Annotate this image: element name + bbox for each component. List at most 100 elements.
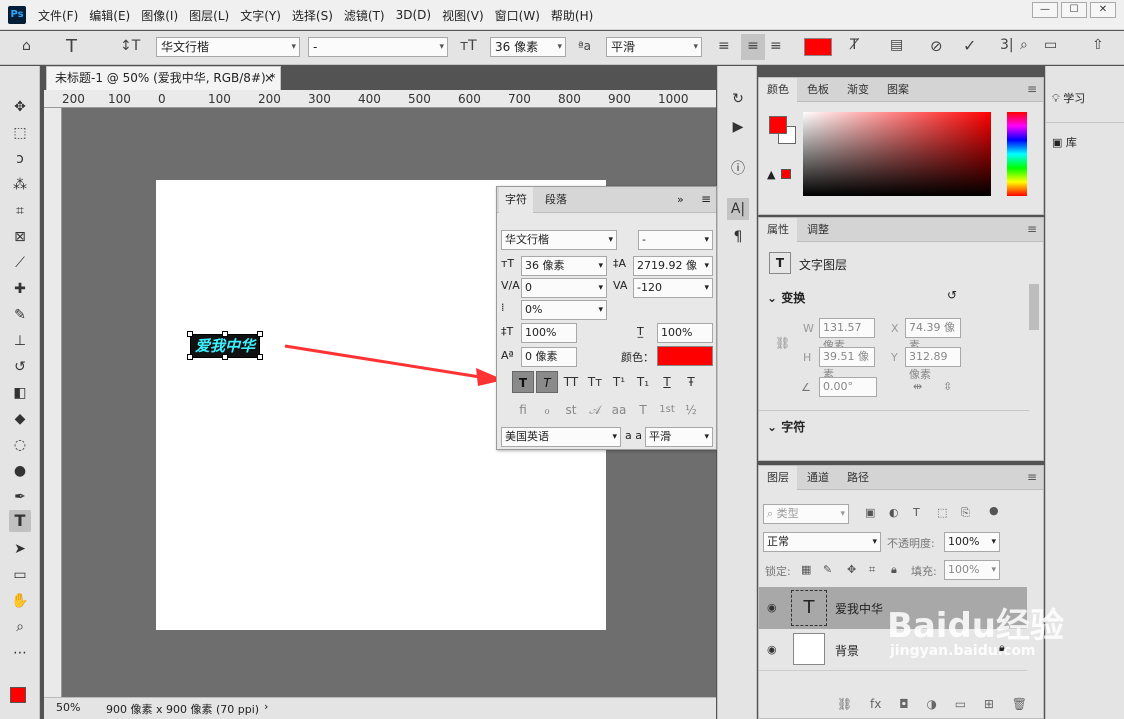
layer-name[interactable]: 爱我中华 (835, 600, 883, 617)
brush-tool-icon[interactable]: ✎ (9, 304, 31, 326)
eraser-tool-icon[interactable]: ◧ (9, 382, 31, 404)
crop-tool-icon[interactable]: ⌗ (9, 200, 31, 222)
tab-color[interactable]: 颜色 (759, 78, 797, 102)
old-style-button[interactable]: ℴ (536, 399, 558, 421)
char-antialias[interactable]: 平滑 ▾ (645, 427, 713, 447)
menu-edit[interactable]: 编辑(E) (89, 7, 130, 24)
zoom-tool-icon[interactable]: ⌕ (9, 616, 31, 638)
search-icon[interactable]: ⌕ (1020, 37, 1028, 53)
flip-vertical-icon[interactable]: ⇳ (943, 380, 952, 393)
panel-menu-icon[interactable]: ≡ (701, 192, 711, 206)
healing-brush-tool-icon[interactable]: ✚ (9, 278, 31, 300)
font-family-select[interactable]: 华文行楷 ▾ (156, 37, 300, 57)
transform-handle[interactable] (257, 331, 263, 337)
menu-image[interactable]: 图像(I) (141, 7, 178, 24)
menu-select[interactable]: 选择(S) (292, 7, 333, 24)
all-caps-button[interactable]: TT (560, 371, 582, 393)
section-character[interactable]: ⌄ 字符 (767, 418, 805, 435)
filter-pixel-icon[interactable]: ▣ (865, 506, 875, 519)
panel-menu-icon[interactable]: ≡ (1027, 222, 1037, 236)
fill-field[interactable]: 100% ▾ (944, 560, 1000, 580)
char-color-swatch[interactable] (657, 346, 713, 366)
char-language[interactable]: 美国英语 ▾ (501, 427, 621, 447)
dodge-tool-icon[interactable]: ● (9, 460, 31, 482)
tab-swatches[interactable]: 色板 (799, 78, 837, 102)
subscript-button[interactable]: T₁ (632, 371, 654, 393)
tab-patterns[interactable]: 图案 (879, 78, 917, 102)
link-icon[interactable]: ⛓ (775, 336, 790, 350)
lock-position-icon[interactable]: ✥ (847, 563, 856, 576)
faux-italic-button[interactable]: T (536, 371, 558, 393)
color-field[interactable] (803, 112, 991, 196)
section-transform[interactable]: ⌄ 变换 (767, 289, 805, 306)
panel-menu-icon[interactable]: ≡ (1027, 82, 1037, 96)
status-menu-icon[interactable]: › (264, 700, 268, 713)
menu-layer[interactable]: 图层(L) (189, 7, 229, 24)
menu-help[interactable]: 帮助(H) (551, 7, 593, 24)
lasso-tool-icon[interactable]: ↄ (9, 148, 31, 170)
type-tool-icon[interactable]: T (9, 510, 31, 532)
tab-character[interactable]: 字符 (499, 187, 533, 213)
x-field[interactable]: 74.39 像素 (905, 318, 961, 352)
char-vertical-scale[interactable]: 100% (521, 323, 577, 343)
menu-3d[interactable]: 3D(D) (396, 8, 431, 22)
layer-filter-kind[interactable]: ⌕ 类型 ▾ (763, 504, 849, 524)
font-style-select[interactable]: - ▾ (308, 37, 448, 57)
close-tab-icon[interactable]: × (264, 67, 274, 89)
history-icon[interactable]: ↻ (727, 88, 749, 110)
frame-tool-icon[interactable]: ⊠ (9, 226, 31, 248)
more-tools-icon[interactable]: ⋯ (9, 642, 31, 664)
paragraph-panel-icon[interactable]: ¶ (727, 226, 749, 248)
paint-bucket-tool-icon[interactable]: ◆ (9, 408, 31, 430)
hue-slider[interactable] (1007, 112, 1027, 196)
faux-bold-button[interactable]: T (512, 371, 534, 393)
magic-wand-tool-icon[interactable]: ⁂ (9, 174, 31, 196)
char-horizontal-scale[interactable]: 100% (657, 323, 713, 343)
stylistic-alternates-button[interactable]: aa (608, 399, 630, 421)
lock-transparency-icon[interactable]: ▦ (801, 563, 811, 576)
ligatures-button[interactable]: fi (512, 399, 534, 421)
lock-pixels-icon[interactable]: ✎ (823, 563, 832, 576)
minimize-button[interactable]: — (1032, 2, 1058, 18)
new-adjustment-icon[interactable]: ◑ (926, 697, 936, 711)
char-font-family[interactable]: 华文行楷 ▾ (501, 230, 617, 250)
align-left-icon[interactable]: ≡ (718, 38, 730, 54)
y-field[interactable]: 312.89 像素 (905, 347, 961, 381)
layer-name[interactable]: 背景 (835, 642, 859, 659)
orientation-toggle-icon[interactable]: ↕T (120, 38, 140, 54)
swash-button[interactable]: 𝒜 (584, 399, 606, 421)
document-tab[interactable]: 未标题-1 @ 50% (爱我中华, RGB/8#) * × (46, 66, 281, 90)
underline-button[interactable]: T (656, 371, 678, 393)
menu-window[interactable]: 窗口(W) (495, 7, 540, 24)
3d-icon[interactable]: 3| (1000, 37, 1014, 53)
new-group-icon[interactable]: ▭ (955, 697, 966, 711)
collapse-icon[interactable]: » (677, 193, 684, 206)
home-icon[interactable]: ⌂ (22, 38, 31, 54)
transform-handle[interactable] (187, 331, 193, 337)
tab-adjustments[interactable]: 调整 (799, 218, 837, 242)
lock-all-icon[interactable]: 🔒︎ (891, 563, 897, 577)
new-layer-icon[interactable]: ⊞ (984, 697, 994, 711)
warp-text-icon[interactable]: Ⱦ (850, 37, 859, 53)
tab-layers[interactable]: 图层 (759, 466, 797, 490)
align-center-icon[interactable]: ≡ (741, 34, 765, 60)
workspace-icon[interactable]: ▭ (1044, 37, 1057, 53)
menu-filter[interactable]: 滤镜(T) (344, 7, 385, 24)
path-selection-tool-icon[interactable]: ➤ (9, 538, 31, 560)
align-right-icon[interactable]: ≡ (770, 38, 782, 54)
commit-icon[interactable]: ✓ (963, 36, 976, 55)
cancel-icon[interactable]: ⊘ (930, 37, 943, 55)
discretionary-ligatures-button[interactable]: st (560, 399, 582, 421)
move-tool-icon[interactable]: ✥ (9, 96, 31, 118)
layer-style-icon[interactable]: fx (870, 697, 881, 711)
tab-paragraph[interactable]: 段落 (539, 187, 573, 213)
filter-type-icon[interactable]: T (913, 506, 920, 519)
tab-gradients[interactable]: 渐变 (839, 78, 877, 102)
delete-layer-icon[interactable]: 🗑︎ (1012, 697, 1027, 711)
filter-smart-object-icon[interactable]: ⎘ (961, 506, 970, 520)
hand-tool-icon[interactable]: ✋ (9, 590, 31, 612)
pen-tool-icon[interactable]: ✒ (9, 486, 31, 508)
strikethrough-button[interactable]: Ŧ (680, 371, 702, 393)
visibility-eye-icon[interactable]: ◉ (767, 601, 777, 614)
char-tsume[interactable]: 0% ▾ (521, 300, 607, 320)
